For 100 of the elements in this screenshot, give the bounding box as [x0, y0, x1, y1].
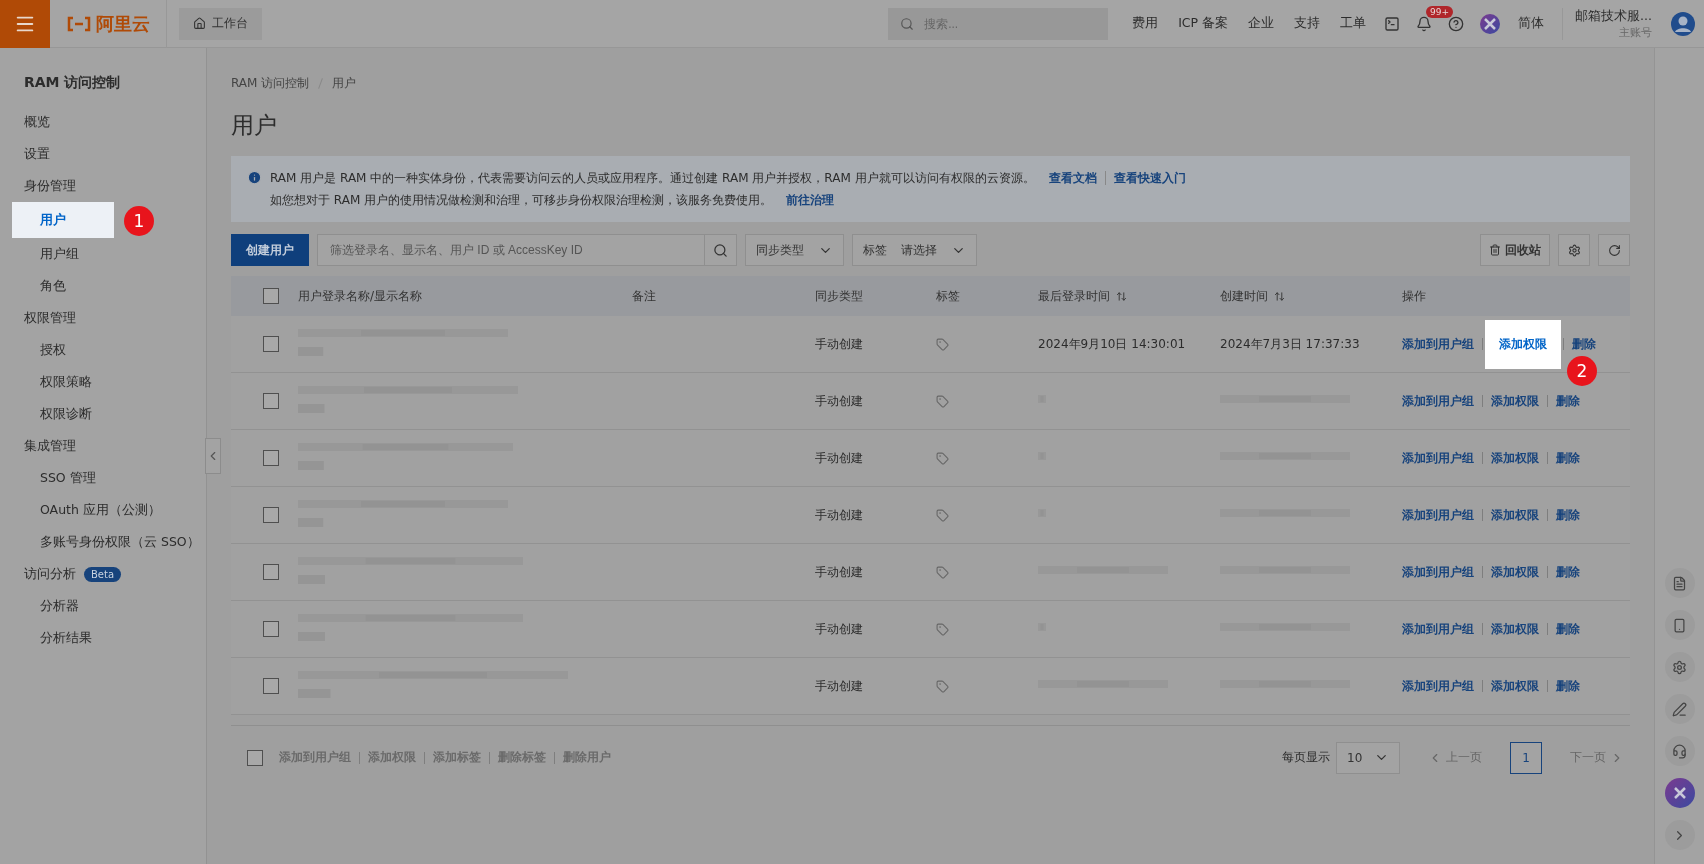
document-icon[interactable]	[1664, 568, 1695, 598]
headset-icon[interactable]	[1664, 736, 1695, 766]
column-header: 备注	[632, 287, 656, 305]
column-header: 创建时间	[1220, 287, 1268, 305]
sidebar-group: 身份管理	[24, 177, 76, 195]
action-link[interactable]: 删除	[1556, 677, 1580, 695]
action-link[interactable]: 删除	[1556, 392, 1580, 410]
action-link[interactable]: 删除	[1556, 449, 1580, 467]
sidebar-item[interactable]: 分析结果	[0, 622, 206, 654]
checkbox[interactable]	[247, 749, 263, 766]
sidebar-item[interactable]: OAuth 应用（公测）	[0, 494, 206, 526]
settings-icon[interactable]	[1664, 652, 1695, 682]
sort-icon[interactable]	[1274, 290, 1285, 302]
recycle-bin-button[interactable]: 回收站	[1480, 234, 1550, 266]
notice-link[interactable]: 查看文档	[1048, 171, 1097, 185]
sidebar-group: 权限管理	[24, 309, 76, 327]
sidebar-item[interactable]: SSO 管理	[0, 462, 206, 494]
sidebar-item[interactable]: 用户组	[0, 238, 206, 270]
language-link[interactable]: 简体	[1508, 15, 1555, 32]
step-badge: 1	[124, 206, 154, 236]
menu-button[interactable]	[0, 0, 50, 48]
notice-link[interactable]: 前往治理	[786, 193, 835, 207]
breadcrumb-item[interactable]: RAM 访问控制	[231, 75, 310, 92]
action-link[interactable]: 添加到用户组	[1402, 677, 1474, 695]
table-cell: 2024年9月10日 14:30:01	[1038, 335, 1186, 353]
checkbox[interactable]	[263, 450, 279, 466]
search-icon	[713, 242, 728, 258]
page-title: 用户	[231, 111, 278, 140]
table-cell-text: 手动创建	[814, 392, 864, 410]
phone-icon[interactable]	[1664, 610, 1695, 640]
action-link[interactable]: 删除	[1572, 335, 1596, 353]
action-link[interactable]: 添加到用户组	[1402, 506, 1474, 524]
sync-type-dropdown[interactable]: 同步类型	[745, 234, 844, 266]
action-link[interactable]: 添加权限	[1491, 563, 1539, 581]
action-link[interactable]: 添加权限	[1491, 506, 1539, 524]
refresh-icon	[1607, 243, 1621, 257]
sidebar-item[interactable]: 分析器	[0, 590, 206, 622]
nav-link[interactable]: 企业	[1238, 15, 1285, 32]
checkbox[interactable]	[263, 393, 279, 409]
sidebar-item[interactable]: 权限诊断	[0, 398, 206, 430]
action-link[interactable]: 添加到用户组	[1402, 392, 1474, 410]
workbench-button[interactable]: 工作台	[179, 7, 262, 40]
checkbox[interactable]	[263, 288, 279, 304]
action-link[interactable]: 添加权限	[1491, 392, 1539, 410]
table-cell-text: 手动创建	[814, 620, 864, 638]
avatar-icon[interactable]	[1664, 778, 1695, 808]
settings-button[interactable]	[1558, 234, 1590, 266]
refresh-button[interactable]	[1598, 234, 1630, 266]
column-header: 最后登录时间	[1038, 287, 1110, 305]
page-size-select[interactable]: 10	[1336, 741, 1400, 774]
search-icon	[900, 16, 915, 31]
create-user-button[interactable]: 创建用户	[231, 234, 309, 266]
action-link[interactable]: 添加到用户组	[1402, 620, 1474, 638]
table-cell: 2024年7月3日 17:37:33	[1220, 335, 1360, 353]
account-name: 邮箱技术服...	[1575, 7, 1652, 25]
column-header: 同步类型	[815, 287, 863, 305]
sidebar-item[interactable]: 授权	[0, 334, 206, 366]
sidebar-item[interactable]: 概览	[0, 106, 206, 138]
checkbox[interactable]	[263, 564, 279, 580]
action-link[interactable]: 添加到用户组	[1402, 335, 1474, 353]
notice-text: RAM 用户是 RAM 中的一种实体身份，代表需要访问云的人员或应用程序。通过创建 RAM 用户并授权，RAM 用户就可以访问有权限的云资源。 查看文档 查看快速入门	[270, 170, 1186, 186]
logo[interactable]: 阿里云	[50, 0, 167, 48]
tag-icon	[936, 394, 949, 408]
nav-link[interactable]: 费用	[1122, 15, 1169, 32]
sidebar-item[interactable]: 角色	[0, 270, 206, 302]
pen-icon[interactable]	[1664, 694, 1695, 724]
notification-badge: 99+	[1426, 5, 1454, 18]
home-icon	[193, 17, 206, 30]
action-link[interactable]: 添加到用户组	[1402, 563, 1474, 581]
action-link[interactable]: 删除	[1556, 506, 1580, 524]
sidebar-item[interactable]: 多账号身份权限（云 SSO）	[0, 526, 206, 558]
tag-icon	[936, 565, 949, 579]
action-link[interactable]: 添加权限	[1491, 449, 1539, 467]
column-header: 用户登录名称/显示名称	[298, 287, 423, 305]
checkbox[interactable]	[263, 336, 279, 352]
checkbox[interactable]	[263, 678, 279, 694]
action-link[interactable]: 添加权限	[1491, 620, 1539, 638]
action-link[interactable]: 添加权限	[1491, 677, 1539, 695]
action-link[interactable]: 删除	[1556, 563, 1580, 581]
tag-dropdown[interactable]: 标签 请选择	[852, 234, 977, 266]
sidebar-item[interactable]: 权限策略	[0, 366, 206, 398]
collapse-handle[interactable]	[205, 438, 221, 474]
sort-icon[interactable]	[1116, 290, 1127, 302]
action-link[interactable]: 删除	[1556, 620, 1580, 638]
table-cell-text: 手动创建	[814, 449, 864, 467]
tag-icon	[936, 622, 949, 636]
checkbox[interactable]	[263, 621, 279, 637]
page-size-label: 每页显示	[1282, 749, 1330, 766]
sidebar-item[interactable]: 设置	[0, 138, 206, 170]
nav-link[interactable]: 工单	[1330, 15, 1377, 32]
nav-link[interactable]: ICP 备案	[1168, 15, 1239, 32]
notice-link[interactable]: 查看快速入门	[1104, 171, 1186, 185]
tag-icon	[936, 508, 949, 522]
table-cell-text: 手动创建	[814, 563, 864, 581]
checkbox[interactable]	[263, 507, 279, 523]
nav-link[interactable]: 支持	[1284, 15, 1331, 32]
tag-icon	[936, 337, 949, 351]
page-button[interactable]: 1	[1510, 741, 1542, 774]
action-link[interactable]: 添加到用户组	[1402, 449, 1474, 467]
breadcrumb-item[interactable]: 用户	[332, 75, 357, 92]
